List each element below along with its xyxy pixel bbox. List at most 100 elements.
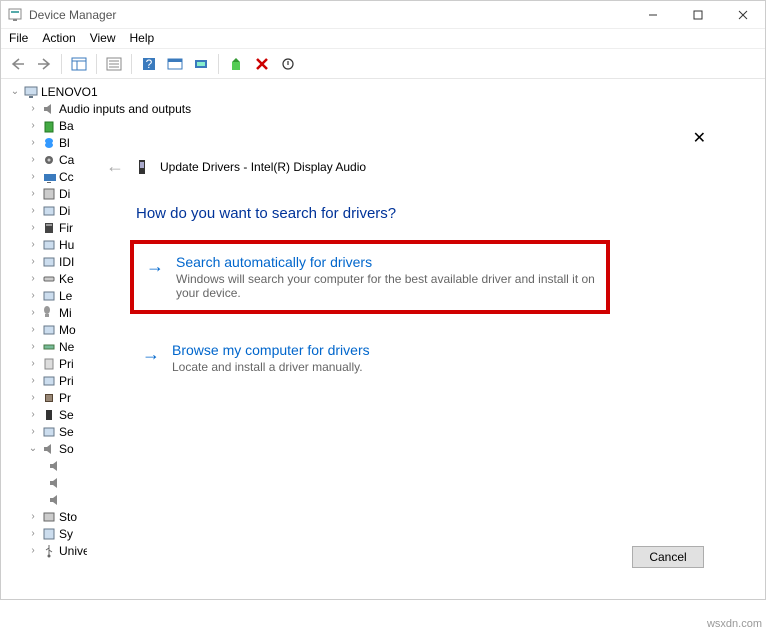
app-icon — [7, 7, 23, 23]
update-driver-button[interactable] — [225, 53, 247, 75]
device-category-icon — [41, 254, 57, 270]
device-icon — [134, 159, 150, 175]
menu-help[interactable]: Help — [130, 31, 155, 46]
device-category-icon — [41, 135, 57, 151]
disable-button[interactable] — [277, 53, 299, 75]
chevron-right-icon: › — [27, 545, 39, 556]
chevron-right-icon: › — [27, 324, 39, 335]
chevron-right-icon: › — [27, 137, 39, 148]
chevron-down-icon: ⌄ — [27, 443, 39, 454]
uninstall-button[interactable] — [251, 53, 273, 75]
update-driver-dialog: ✕ ← Update Drivers - Intel(R) Display Au… — [87, 119, 723, 583]
chevron-right-icon: › — [27, 290, 39, 301]
device-category-icon — [41, 152, 57, 168]
chevron-right-icon: › — [27, 256, 39, 267]
dialog-title: Update Drivers - Intel(R) Display Audio — [160, 160, 366, 174]
chevron-right-icon: › — [27, 426, 39, 437]
close-button[interactable] — [720, 1, 765, 28]
toolbar-separator — [61, 54, 62, 74]
system-icon — [41, 526, 57, 542]
option-description: Locate and install a driver manually. — [172, 360, 592, 374]
arrow-right-icon: → — [142, 344, 160, 374]
device-category-icon — [41, 220, 57, 236]
chevron-right-icon: › — [27, 171, 39, 182]
speaker-icon — [47, 475, 63, 491]
back-arrow-icon: ← — [106, 156, 124, 177]
chevron-right-icon: › — [27, 103, 39, 114]
dialog-header: ← Update Drivers - Intel(R) Display Audi… — [88, 120, 722, 177]
device-category-icon — [41, 407, 57, 423]
minimize-button[interactable] — [630, 1, 675, 28]
show-hide-tree-button[interactable] — [68, 53, 90, 75]
chevron-right-icon: › — [27, 205, 39, 216]
device-category-icon — [41, 339, 57, 355]
speaker-icon — [41, 441, 57, 457]
computer-icon — [23, 84, 39, 100]
dialog-close-button[interactable]: ✕ — [693, 128, 706, 148]
svg-text:?: ? — [146, 57, 153, 71]
chevron-right-icon: › — [27, 511, 39, 522]
device-category-icon — [41, 373, 57, 389]
device-manager-window: Device Manager File Action View Help ? ⌄ — [0, 0, 766, 600]
tree-item[interactable]: ›Audio inputs and outputs — [9, 100, 765, 117]
option-description: Windows will search your computer for th… — [176, 272, 596, 300]
chevron-right-icon: › — [27, 528, 39, 539]
titlebar: Device Manager — [1, 1, 765, 29]
nav-back-button[interactable] — [7, 53, 29, 75]
chevron-right-icon: › — [27, 358, 39, 369]
chevron-right-icon: › — [27, 154, 39, 165]
device-category-icon — [41, 203, 57, 219]
device-category-icon — [41, 288, 57, 304]
arrow-right-icon: → — [146, 256, 164, 300]
device-category-icon — [41, 322, 57, 338]
device-category-icon — [41, 390, 57, 406]
option-title: Search automatically for drivers — [176, 254, 596, 270]
device-category-icon — [41, 424, 57, 440]
option-search-auto[interactable]: → Search automatically for drivers Windo… — [130, 240, 610, 314]
action-button[interactable] — [164, 53, 186, 75]
device-category-icon — [41, 305, 57, 321]
chevron-right-icon: › — [27, 222, 39, 233]
option-title: Browse my computer for drivers — [172, 342, 592, 358]
dialog-heading: How do you want to search for drivers? — [136, 205, 722, 222]
toolbar-separator — [131, 54, 132, 74]
menu-action[interactable]: Action — [42, 31, 75, 46]
device-category-icon — [41, 118, 57, 134]
storage-icon — [41, 509, 57, 525]
tree-root[interactable]: ⌄ LENOVO1 — [9, 83, 765, 100]
chevron-right-icon: › — [27, 341, 39, 352]
device-category-icon — [41, 101, 57, 117]
option-browse[interactable]: → Browse my computer for drivers Locate … — [130, 332, 610, 384]
help-button[interactable]: ? — [138, 53, 160, 75]
chevron-right-icon: › — [27, 375, 39, 386]
scan-hardware-button[interactable] — [190, 53, 212, 75]
toolbar-separator — [218, 54, 219, 74]
properties-button[interactable] — [103, 53, 125, 75]
usb-icon — [41, 543, 57, 559]
device-category-icon — [41, 186, 57, 202]
device-category-icon — [41, 237, 57, 253]
chevron-right-icon: › — [27, 188, 39, 199]
device-category-icon — [41, 169, 57, 185]
chevron-right-icon: › — [27, 120, 39, 131]
window-title: Device Manager — [29, 8, 630, 22]
chevron-right-icon: › — [27, 409, 39, 420]
menubar: File Action View Help — [1, 29, 765, 49]
menu-file[interactable]: File — [9, 31, 28, 46]
maximize-button[interactable] — [675, 1, 720, 28]
watermark: wsxdn.com — [707, 618, 762, 630]
device-category-icon — [41, 356, 57, 372]
toolbar-separator — [96, 54, 97, 74]
menu-view[interactable]: View — [90, 31, 116, 46]
chevron-right-icon: › — [27, 307, 39, 318]
chevron-right-icon: › — [27, 273, 39, 284]
chevron-right-icon: › — [27, 239, 39, 250]
chevron-right-icon: › — [27, 392, 39, 403]
toolbar: ? — [1, 49, 765, 79]
speaker-icon — [47, 458, 63, 474]
speaker-icon — [47, 492, 63, 508]
device-category-icon — [41, 271, 57, 287]
cancel-button[interactable]: Cancel — [632, 546, 704, 568]
chevron-down-icon: ⌄ — [9, 86, 21, 97]
nav-forward-button[interactable] — [33, 53, 55, 75]
